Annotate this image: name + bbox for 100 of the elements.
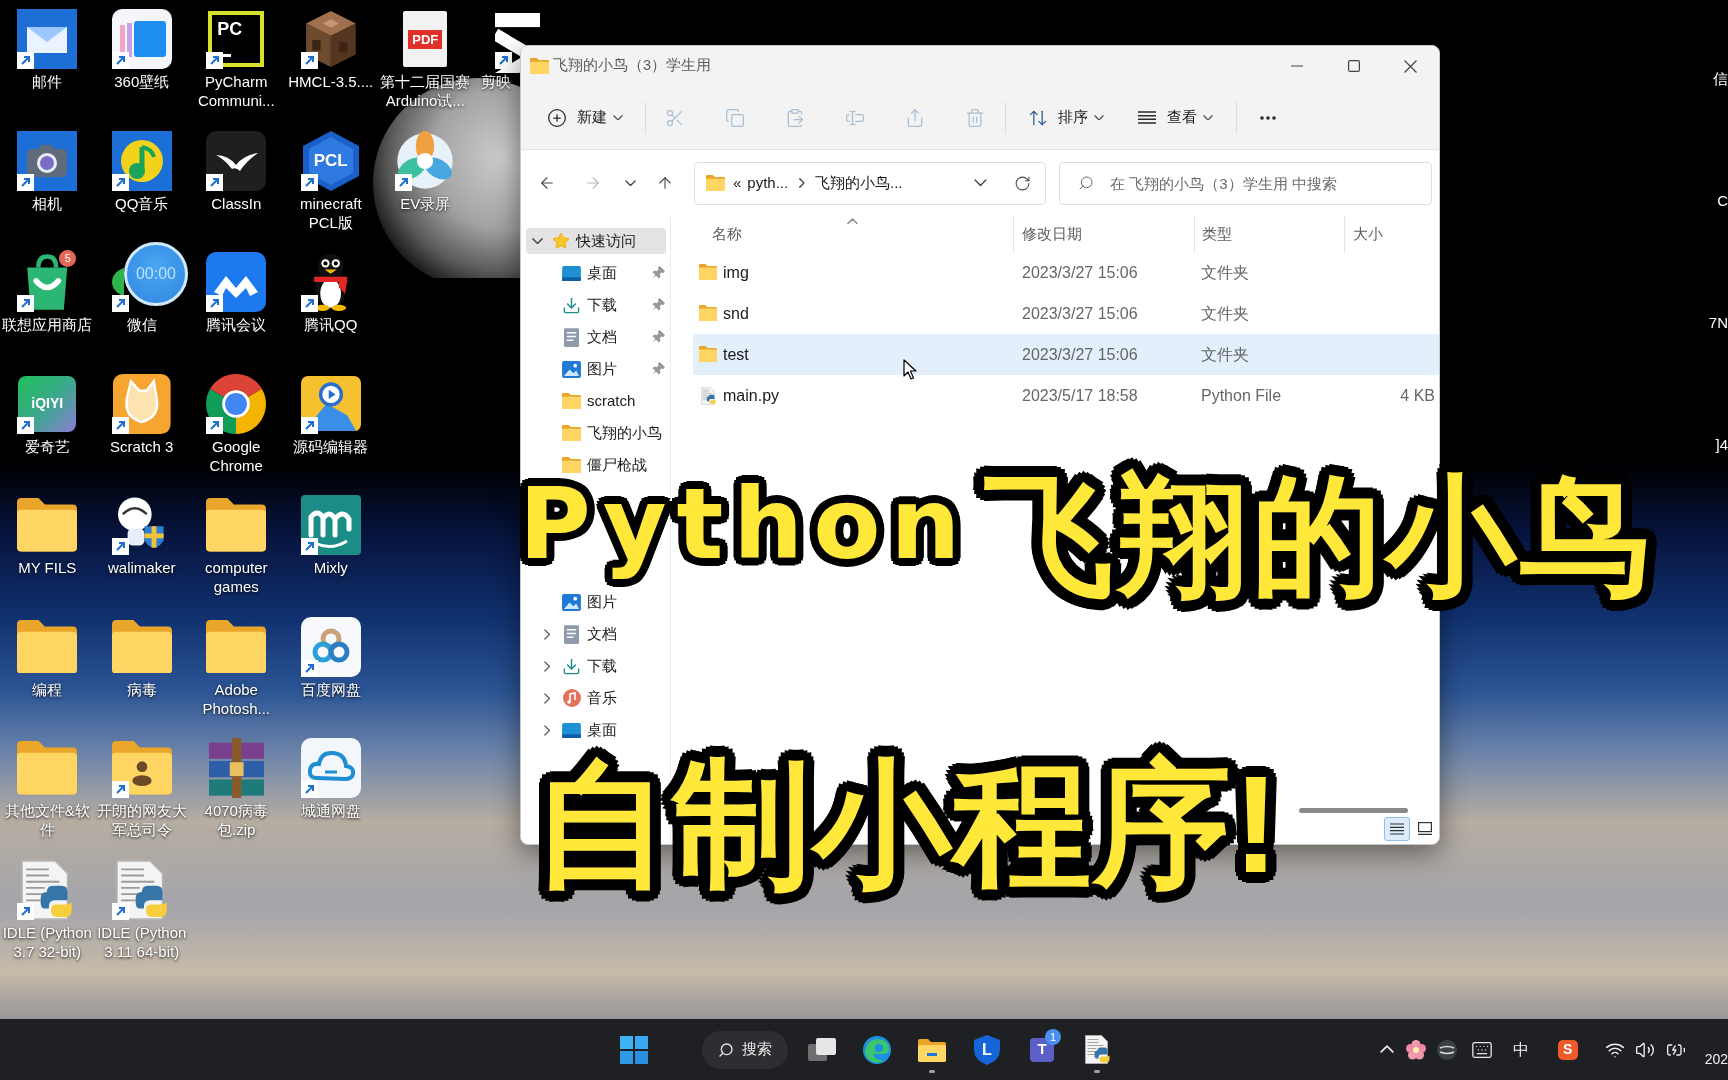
script-file-icon[interactable] (115, 859, 168, 920)
icon-label[interactable]: 邮件 (32, 72, 63, 91)
mountains-tile-icon[interactable] (206, 252, 267, 312)
shopping-bag-icon[interactable] (25, 252, 70, 312)
folder-icon[interactable] (111, 619, 172, 674)
music-note-tile-icon[interactable] (111, 130, 172, 191)
icon-label[interactable]: ClassIn (211, 193, 262, 213)
nav-item[interactable]: scratch (521, 391, 670, 411)
icon-label[interactable]: minecraft PCL版 (283, 193, 378, 232)
icon-label[interactable]: MY FILS (18, 558, 77, 577)
file-row[interactable]: snd 2023/3/27 15:06 文件夹 (693, 293, 1439, 334)
nav-item[interactable]: 飞翔的小鸟 (521, 423, 670, 443)
wave-tile-icon[interactable] (300, 495, 361, 555)
search-field[interactable]: 在 飞翔的小鸟（3）学生用 中搜索 (1059, 161, 1432, 205)
file-row[interactable]: test 2023/3/27 15:06 文件夹 (693, 334, 1439, 375)
icon-label[interactable]: PyCharm Communi... (189, 72, 284, 110)
count-badge: 1 (1045, 1028, 1061, 1045)
folder-icon[interactable] (206, 619, 267, 674)
pin-map-tile-icon[interactable] (300, 375, 361, 432)
crossed-lines-logo-icon[interactable] (494, 13, 541, 73)
icon-label[interactable]: 腾讯QQ (304, 315, 358, 334)
icon-label[interactable]: QQ音乐 (115, 193, 169, 213)
app-logo[interactable]: PDF (403, 11, 448, 67)
column-header[interactable]: 名称 (693, 216, 1013, 252)
nav-item[interactable]: 僵尸枪战 (521, 455, 670, 475)
nav-item[interactable]: 文档 (521, 327, 670, 347)
icon-label[interactable]: 源码编辑器 (293, 436, 369, 456)
search-button[interactable]: 搜索 (702, 1030, 788, 1069)
folder-icon[interactable] (17, 619, 78, 674)
view-button[interactable]: 查看 (1128, 97, 1219, 138)
column-header[interactable]: 大小 (1344, 216, 1439, 252)
icon-label[interactable]: 联想应用商店 (2, 315, 93, 334)
icon-label[interactable]: 腾讯会议 (206, 315, 267, 334)
person-folder-icon[interactable] (111, 741, 172, 795)
penguin-icon[interactable] (312, 252, 350, 312)
address-bar[interactable]: « pyth... 飞翔的小鸟... (694, 161, 1046, 205)
sort-button[interactable]: 排序 (1018, 97, 1110, 138)
column-header[interactable]: 修改日期 (1013, 216, 1194, 252)
cloud-tile-icon[interactable] (300, 738, 361, 798)
wing-logo-icon[interactable] (206, 130, 267, 191)
nav-item[interactable]: 桌面 (521, 720, 617, 740)
icon-label[interactable]: C (1717, 191, 1728, 210)
browser-ball-icon[interactable] (206, 373, 267, 434)
swirl-flower-icon[interactable] (395, 130, 456, 191)
crafting-block-icon[interactable] (303, 9, 358, 69)
nav-item[interactable]: 桌面 (521, 263, 670, 283)
icon-label[interactable]: 360壁纸 (114, 72, 170, 91)
icon-label[interactable]: 7N (1708, 313, 1728, 332)
icon-label[interactable]: 信 (1713, 69, 1728, 88)
download-icon (562, 656, 581, 676)
document-icon (564, 624, 579, 644)
icon-label[interactable]: 病毒 (126, 679, 157, 699)
icon-label[interactable]: ]4 (1715, 435, 1728, 454)
icon-label[interactable]: EV录屏 (400, 193, 451, 213)
view-mode-button[interactable] (1384, 816, 1410, 841)
new-button[interactable]: 新建 (537, 97, 629, 138)
icon-label[interactable]: 爱奇艺 (24, 436, 70, 456)
breadcrumb-segment[interactable]: pyth... (747, 171, 789, 195)
file-row[interactable]: img 2023/3/27 15:06 文件夹 (693, 252, 1439, 293)
nav-item[interactable]: 下载 (521, 295, 670, 315)
icon-label[interactable]: 微信 (126, 315, 157, 334)
input-mode-indicator[interactable]: 中 (1512, 1037, 1529, 1062)
icon-label[interactable]: computer games (189, 558, 284, 596)
icon-label[interactable]: Scratch 3 (110, 436, 174, 456)
icon-label[interactable]: HMCL-3.5.... (288, 72, 374, 91)
taskbar-app[interactable]: T 1 (1017, 1026, 1067, 1073)
nav-item[interactable]: 文档 (521, 624, 617, 644)
app-logo[interactable]: PC (208, 11, 265, 67)
nav-item[interactable]: 音乐 (521, 688, 617, 708)
column-header[interactable]: 类型 (1194, 216, 1344, 252)
flower-icon[interactable] (1405, 1039, 1426, 1060)
app-logo[interactable]: PCL (302, 130, 359, 191)
taskbar-app[interactable]: L (962, 1026, 1012, 1073)
icon-label[interactable]: walimaker (108, 558, 176, 577)
picture-tile-icon[interactable] (111, 9, 172, 69)
clock-date[interactable]: 202 (1704, 1050, 1728, 1068)
chevron-up-icon[interactable] (1379, 1045, 1394, 1054)
icon-label[interactable]: 编程 (32, 679, 63, 699)
icon-label[interactable]: 百度网盘 (300, 679, 361, 699)
rings-tile-icon[interactable] (300, 616, 361, 677)
camera-icon[interactable] (17, 130, 78, 191)
icon-label[interactable]: Adobe Photosh... (189, 679, 284, 718)
envelope-icon[interactable] (17, 9, 78, 69)
file-row[interactable]: main.py 2023/5/17 18:58 Python File 4 KB (693, 375, 1439, 416)
overflow-marker[interactable]: « (733, 171, 742, 195)
folder-icon[interactable] (206, 498, 267, 552)
horizontal-scrollbar[interactable] (1299, 808, 1408, 813)
icon-label[interactable]: Mixly (313, 558, 348, 577)
nav-item[interactable]: 快速访问 (526, 228, 666, 254)
breadcrumb-segment[interactable]: 飞翔的小鸟... (815, 171, 903, 195)
book-stack-icon[interactable] (208, 738, 264, 798)
nav-item[interactable]: 下载 (521, 656, 617, 676)
folder-icon[interactable] (17, 498, 78, 552)
nav-item[interactable]: 图片 (521, 359, 670, 379)
icon-label[interactable]: Google Chrome (189, 436, 284, 475)
script-file-icon[interactable] (21, 859, 74, 920)
icon-label[interactable]: 相机 (32, 193, 63, 213)
cat-face-tile-icon[interactable] (112, 373, 171, 434)
nav-item[interactable]: 图片 (521, 592, 617, 612)
ball-icon[interactable] (1436, 1039, 1457, 1060)
